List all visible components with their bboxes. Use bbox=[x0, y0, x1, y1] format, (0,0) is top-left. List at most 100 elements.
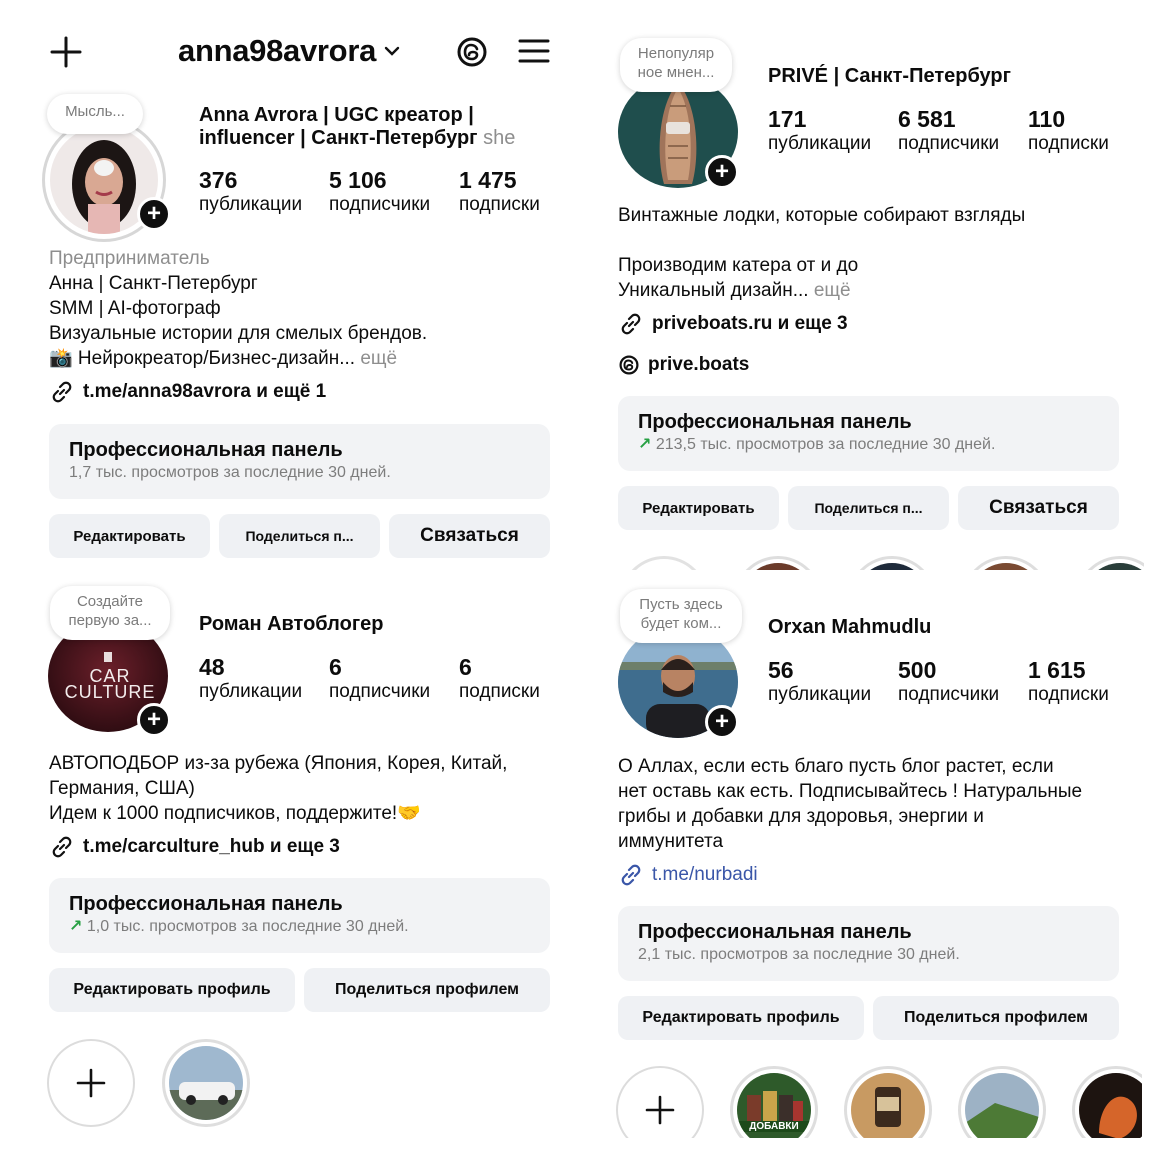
stat-label: подписки bbox=[459, 681, 540, 702]
profile-name: Orxan Mahmudlu bbox=[768, 616, 932, 638]
bio-line: Визуальные истории для смелых брендов. bbox=[49, 323, 428, 344]
bio-link[interactable]: t.me/nurbadi bbox=[618, 862, 758, 888]
dashboard-title: Профессиональная панель bbox=[69, 439, 343, 461]
stat-label: публикации bbox=[199, 194, 303, 215]
edit-profile-button[interactable]: Редактировать профиль bbox=[49, 968, 295, 1012]
avatar-logo-text: CAR CULTURE bbox=[44, 667, 176, 702]
add-story-badge[interactable]: + bbox=[137, 703, 171, 737]
professional-dashboard[interactable]: Профессиональная панель 2,1 тыс. просмот… bbox=[618, 906, 1119, 981]
story-highlight[interactable] bbox=[1072, 1066, 1142, 1138]
bio-line: Германия, США) bbox=[49, 778, 195, 799]
bio-link[interactable]: t.me/anna98avrora и ещё 1 bbox=[49, 379, 326, 405]
dashboard-title: Профессиональная панель bbox=[638, 411, 912, 433]
stat-posts[interactable]: 56 публикации bbox=[768, 657, 871, 707]
edit-button[interactable]: Редактировать bbox=[618, 486, 779, 530]
share-button[interactable]: Поделиться п... bbox=[788, 486, 949, 530]
stat-followers[interactable]: 6 подписчики bbox=[329, 654, 430, 704]
story-highlight[interactable] bbox=[162, 1039, 250, 1127]
threads-link[interactable]: prive.boats bbox=[618, 354, 749, 376]
link-icon bbox=[621, 864, 641, 886]
bio-link[interactable]: priveboats.ru и еще 3 bbox=[618, 311, 848, 337]
stat-number: 376 bbox=[199, 167, 238, 193]
username-switcher[interactable]: anna98avrora bbox=[178, 33, 400, 69]
threads-icon bbox=[619, 355, 639, 375]
stat-followers[interactable]: 6 581 подписчики bbox=[898, 106, 999, 156]
edit-profile-button[interactable]: Редактировать профиль bbox=[618, 996, 864, 1040]
stat-posts[interactable]: 376 публикации bbox=[199, 167, 302, 217]
story-highlight-supplements[interactable]: ДОБАВКИ bbox=[730, 1066, 818, 1138]
share-button[interactable]: Поделиться п... bbox=[219, 514, 380, 558]
name-line2: influencer | Санкт-Петербург bbox=[199, 127, 478, 149]
add-story-badge[interactable]: + bbox=[705, 705, 739, 739]
note-bubble[interactable]: Пусть здесь будет ком... bbox=[620, 589, 742, 643]
stat-label: публикации bbox=[768, 133, 872, 154]
dashboard-subtitle: 213,5 тыс. просмотров за последние 30 дн… bbox=[655, 436, 996, 453]
story-add[interactable] bbox=[620, 556, 708, 570]
stat-posts[interactable]: 171 публикации bbox=[768, 106, 871, 156]
note-bubble[interactable]: Мысль... bbox=[47, 94, 143, 134]
share-profile-button[interactable]: Поделиться профилем bbox=[304, 968, 550, 1012]
stat-followers[interactable]: 500 подписчики bbox=[898, 657, 999, 707]
note-text: Пусть здесь bbox=[639, 596, 723, 613]
professional-dashboard[interactable]: Профессиональная панель 1,7 тыс. просмот… bbox=[49, 424, 550, 499]
bio-line: SMM | AI-фотограф bbox=[49, 298, 221, 319]
new-story-button[interactable] bbox=[616, 1066, 704, 1138]
stat-following[interactable]: 1 615 подписки bbox=[1028, 657, 1109, 707]
profile-avatar[interactable]: + bbox=[614, 76, 742, 192]
more-link[interactable]: ещё bbox=[360, 348, 397, 369]
logo-line: CULTURE bbox=[64, 682, 156, 702]
stat-posts[interactable]: 48 публикации bbox=[199, 654, 302, 704]
more-link[interactable]: ещё bbox=[814, 280, 851, 301]
stat-following[interactable]: 6 подписки bbox=[459, 654, 540, 704]
contact-button[interactable]: Связаться bbox=[389, 514, 550, 558]
create-plus-icon[interactable] bbox=[50, 36, 82, 68]
stat-number: 48 bbox=[199, 654, 225, 680]
link-text: t.me/nurbadi bbox=[652, 864, 758, 885]
professional-dashboard[interactable]: Профессиональная панель ↗ 213,5 тыс. про… bbox=[618, 396, 1119, 471]
category: Предприниматель bbox=[49, 248, 210, 269]
story-highlight[interactable] bbox=[848, 556, 936, 570]
threads-handle: prive.boats bbox=[648, 354, 750, 375]
stat-following[interactable]: 1 475 подписки bbox=[459, 167, 540, 217]
pronoun: she bbox=[483, 127, 516, 149]
story-highlight[interactable] bbox=[958, 1066, 1046, 1138]
note-text: ное мнен... bbox=[637, 64, 715, 81]
story-highlight[interactable] bbox=[734, 556, 822, 570]
new-story-button[interactable] bbox=[47, 1039, 135, 1127]
stat-number: 56 bbox=[768, 657, 794, 683]
note-bubble[interactable]: Непопуляр ное мнен... bbox=[620, 38, 732, 92]
stat-number: 6 bbox=[329, 654, 342, 680]
bio-line: нет оставь как есть. Подписывайтесь ! На… bbox=[618, 781, 1083, 802]
profile-name: Роман Автоблогер bbox=[199, 613, 384, 635]
plus-icon bbox=[645, 1095, 675, 1125]
add-story-badge[interactable]: + bbox=[137, 197, 171, 231]
bio-link[interactable]: t.me/carculture_hub и еще 3 bbox=[49, 834, 340, 860]
share-profile-button[interactable]: Поделиться профилем bbox=[873, 996, 1119, 1040]
stories-row bbox=[614, 552, 1144, 570]
menu-icon[interactable] bbox=[518, 38, 550, 64]
stat-number: 171 bbox=[768, 106, 807, 132]
bio-line: Винтажные лодки, которые собирают взгляд… bbox=[618, 205, 1026, 226]
bio-line: О Аллах, если есть благо пусть блог раст… bbox=[618, 756, 1054, 777]
profile-avatar[interactable]: + bbox=[42, 118, 171, 242]
stat-label: подписчики bbox=[898, 684, 1000, 705]
bio-line: Идем к 1000 подписчиков, поддержите!🤝 bbox=[49, 803, 421, 824]
stat-following[interactable]: 110 подписки bbox=[1028, 106, 1109, 156]
contact-button[interactable]: Связаться bbox=[958, 486, 1119, 530]
story-highlight[interactable] bbox=[844, 1066, 932, 1138]
profile-avatar[interactable]: + bbox=[614, 626, 742, 742]
note-text: Непопуляр bbox=[637, 45, 715, 62]
add-story-badge[interactable]: + bbox=[705, 155, 739, 189]
link-icon bbox=[621, 313, 641, 335]
stat-followers[interactable]: 5 106 подписчики bbox=[329, 167, 430, 217]
stat-label: подписки bbox=[1028, 684, 1109, 705]
threads-icon[interactable] bbox=[455, 35, 489, 69]
stat-label: публикации bbox=[199, 681, 303, 702]
profile-name: PRIVÉ | Санкт-Петербург bbox=[768, 65, 1011, 87]
stat-number: 1 615 bbox=[1028, 657, 1086, 683]
note-bubble[interactable]: Создайте первую за... bbox=[50, 586, 170, 640]
story-highlight[interactable] bbox=[1076, 556, 1144, 570]
professional-dashboard[interactable]: Профессиональная панель ↗ 1,0 тыс. просм… bbox=[49, 878, 550, 953]
edit-button[interactable]: Редактировать bbox=[49, 514, 210, 558]
story-highlight[interactable] bbox=[962, 556, 1050, 570]
